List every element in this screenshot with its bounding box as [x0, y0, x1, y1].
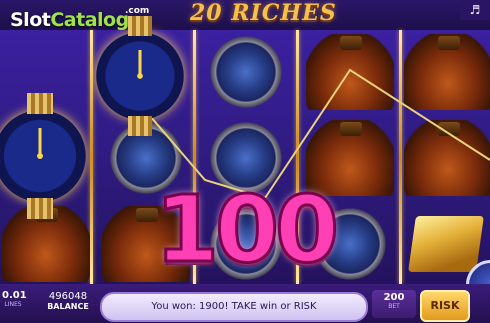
logo-domain: .com	[125, 6, 150, 16]
bet-display[interactable]: 200 BET	[372, 290, 416, 318]
balance-value: 496048	[48, 291, 88, 302]
logo-part1: Slot	[10, 9, 51, 31]
sound-toggle-button[interactable]: ♬	[460, 0, 490, 20]
lines-label: LINES	[4, 301, 22, 308]
watch-band	[127, 16, 153, 36]
balance-display: 496048 BALANCE	[45, 291, 91, 319]
balance-label: BALANCE	[47, 302, 89, 311]
top-bar: SlotCatalog .com 20 RICHES ♬	[0, 0, 490, 31]
lines-value: 0.01	[2, 290, 27, 301]
game-title: 20 RICHES	[190, 0, 337, 26]
win-message: You won: 1900! TAKE win or RISK	[100, 292, 368, 322]
watch-band	[127, 116, 153, 136]
slotcatalog-logo: SlotCatalog	[10, 9, 129, 31]
bet-label: BET	[388, 303, 400, 310]
slot-game-screen: SlotCatalog .com 20 RICHES ♬ 100 0.01 LI…	[0, 0, 490, 323]
watch-band	[27, 93, 53, 114]
win-amount: 100	[153, 176, 340, 283]
watch-hand	[38, 128, 42, 156]
winning-watch-symbol	[96, 16, 184, 136]
watch-hand	[138, 49, 142, 76]
logo-part2: Catalog	[50, 9, 129, 31]
bet-value: 200	[383, 292, 405, 303]
speaker-icon: ♬	[469, 3, 481, 17]
lines-display[interactable]: 0.01 LINES	[2, 290, 27, 318]
watch-band	[27, 198, 53, 219]
risk-button[interactable]: RISK	[420, 290, 470, 322]
